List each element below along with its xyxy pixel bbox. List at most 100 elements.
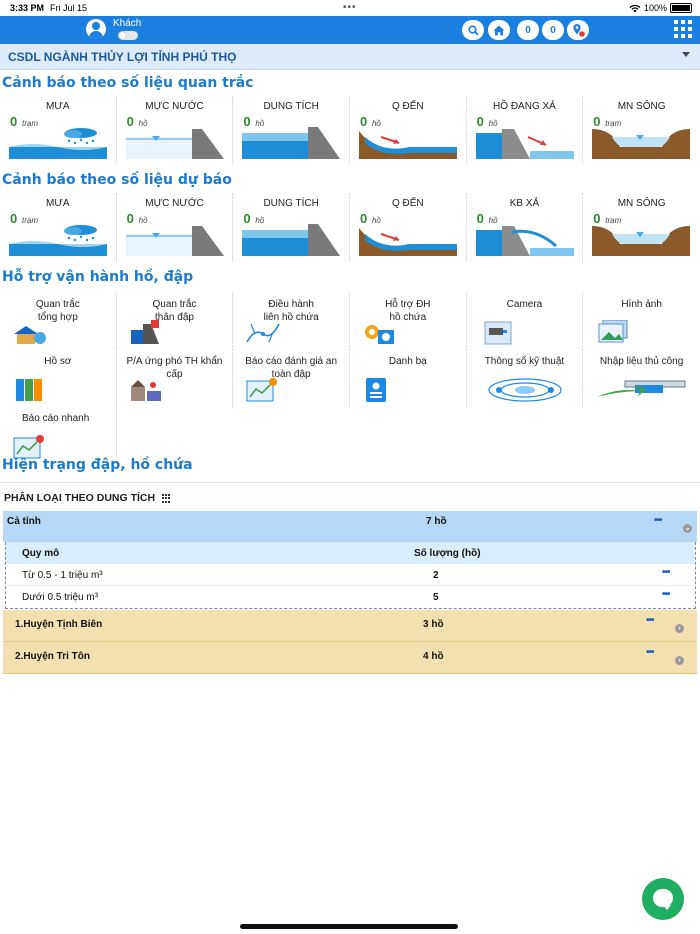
district-label: 2.Huyện Tri Tôn (15, 651, 91, 662)
card-label: DUNG TÍCH (263, 198, 319, 209)
province-selector[interactable]: CSDL NGÀNH THỦY LỢI TỈNH PHÚ THỌ (0, 44, 700, 70)
forecast-card-capacity[interactable]: DUNG TÍCH 0 hồ (233, 193, 350, 261)
tile-records[interactable]: Hồ sơ (0, 350, 117, 407)
river-level-icon (592, 226, 691, 256)
tile-reservoir-network[interactable]: Điều hành liên hồ chứa (233, 293, 350, 350)
badge-count-2[interactable]: 0 (542, 20, 564, 40)
tile-reservoir-support[interactable]: Hỗ trợ ĐH hồ chứa (350, 293, 467, 350)
card-label: MN SÔNG (617, 101, 666, 112)
top-bar: Khách 0 0 (0, 16, 700, 44)
home-button[interactable] (488, 20, 510, 40)
scale-table-header: Quy mô Số lượng (hồ) (6, 542, 695, 564)
tile-emergency-plan[interactable]: P/A ứng phó TH khẩn cấp (117, 350, 234, 407)
home-icon (493, 25, 505, 35)
district-count: 3 hồ (423, 619, 444, 630)
province-row[interactable]: Cả tỉnh 7 hồ ••• ⌄ (3, 511, 697, 542)
district-label: 1.Huyện Tịnh Biên (15, 619, 103, 630)
collapse-icon[interactable]: ⌄ (683, 524, 692, 533)
card-label: MỰC NƯỚC (145, 198, 204, 209)
chat-bubble-icon[interactable] (642, 878, 684, 920)
wifi-icon (629, 4, 641, 12)
tile-dam-body-monitoring[interactable]: Quan trắc thân đập (117, 293, 234, 350)
chevron-down-icon (682, 52, 690, 57)
table-view-icon[interactable] (162, 494, 172, 503)
forecast-section-title: Cảnh báo theo số liệu dự báo (2, 172, 232, 188)
more-icon[interactable]: ••• (654, 515, 662, 526)
search-button[interactable] (462, 20, 484, 40)
observed-cards: MƯA 0 trạm MỰC NƯỚC 0 hồ DUNG TÍCH 0 hồ … (0, 96, 700, 164)
app-grid-icon[interactable] (674, 20, 692, 38)
technical-specs-icon (488, 378, 562, 402)
badge-count-1[interactable]: 0 (517, 20, 539, 40)
home-indicator[interactable] (240, 924, 458, 929)
tile-safety-report[interactable]: Báo cáo đánh giá an toàn đập (233, 350, 350, 407)
card-label: HỒ ĐANG XẢ (493, 101, 556, 112)
forecast-card-rain[interactable]: MƯA 0 trạm (0, 193, 117, 261)
capacity-icon (242, 224, 341, 256)
tile-image[interactable]: Hình ảnh (583, 293, 700, 350)
location-button[interactable] (567, 20, 589, 40)
card-label: Q ĐẾN (391, 101, 424, 112)
forecast-card-river-level[interactable]: MN SÔNG 0 trạm (583, 193, 700, 261)
reservoir-network-icon (246, 323, 281, 343)
tile-label: Nhập liệu thủ công (599, 356, 684, 367)
table-row[interactable]: Dưới 0.5 triệu m³ 5 ••• (6, 586, 695, 608)
manual-input-icon (597, 380, 686, 397)
card-label: MỰC NƯỚC (145, 101, 204, 112)
tile-quick-report[interactable]: Báo cáo nhanh (0, 407, 117, 464)
tile-label: Báo cáo nhanh (22, 413, 90, 424)
more-icon[interactable]: ••• (646, 647, 654, 658)
column-scale: Quy mô (22, 548, 60, 559)
observed-card-inflow[interactable]: Q ĐẾN 0 hồ (350, 96, 467, 164)
rain-icon (9, 128, 107, 159)
observed-card-water-level[interactable]: MỰC NƯỚC 0 hồ (117, 96, 234, 164)
camera-icon (484, 321, 512, 345)
status-time: 3:33 PM (10, 3, 45, 13)
card-label: MN SÔNG (617, 198, 666, 209)
status-date: Fri Jul 15 (50, 3, 88, 13)
tile-manual-input[interactable]: Nhập liệu thủ công (583, 350, 700, 407)
table-row[interactable]: Từ 0.5 - 1 triệu m³ 2 ••• (6, 564, 695, 586)
more-icon[interactable]: ••• (646, 615, 654, 626)
observed-card-rain[interactable]: MƯA 0 trạm (0, 96, 117, 164)
observed-card-capacity[interactable]: DUNG TÍCH 0 hồ (233, 96, 350, 164)
observed-card-river-level[interactable]: MN SÔNG 0 trạm (583, 96, 700, 164)
tile-contacts[interactable]: Danh bạ (350, 350, 467, 407)
chevron-right-icon[interactable]: › (675, 624, 684, 633)
row-scale: Dưới 0.5 triệu m³ (22, 592, 99, 603)
card-label: DUNG TÍCH (263, 101, 319, 112)
more-icon[interactable]: ••• (662, 567, 670, 578)
inflow-icon (358, 228, 457, 256)
status-bar: 3:33 PM Fri Jul 15 ••• 100% (0, 0, 700, 16)
contacts-icon (365, 378, 386, 402)
location-icon (573, 24, 585, 37)
tile-label: Hình ảnh (621, 299, 662, 310)
tile-monitoring-summary[interactable]: Quan trắc tổng hợp (0, 293, 117, 350)
district-row[interactable]: 2.Huyện Tri Tôn 4 hồ ••• › (3, 642, 697, 674)
records-icon (16, 379, 42, 401)
chevron-right-icon[interactable]: › (675, 656, 684, 665)
forecast-cards: MƯA 0 trạm MỰC NƯỚC 0 hồ DUNG TÍCH 0 hồ … (0, 193, 700, 261)
discharge-icon (475, 129, 574, 159)
badge-count-2-value: 0 (550, 24, 556, 36)
multitask-dots-icon[interactable]: ••• (343, 2, 357, 13)
forecast-card-inflow[interactable]: Q ĐẾN 0 hồ (350, 193, 467, 261)
observed-card-discharge[interactable]: HỒ ĐANG XẢ 0 hồ (467, 96, 584, 164)
tile-camera[interactable]: Camera (467, 293, 584, 350)
forecast-card-water-level[interactable]: MỰC NƯỚC 0 hồ (117, 193, 234, 261)
discharge-icon (475, 226, 574, 256)
district-row[interactable]: 1.Huyện Tịnh Biên 3 hồ ••• › (3, 610, 697, 642)
divider (0, 482, 700, 483)
card-label: MƯA (46, 198, 70, 209)
monitoring-summary-icon (14, 326, 46, 344)
more-icon[interactable]: ••• (662, 589, 670, 600)
card-label: Q ĐẾN (391, 198, 424, 209)
status-right: 100% (629, 3, 692, 13)
tile-technical-specs[interactable]: Thông số kỹ thuật (467, 350, 584, 407)
user-toggle[interactable] (118, 31, 138, 40)
forecast-card-discharge[interactable]: KB XẢ 0 hồ (467, 193, 584, 261)
user-label[interactable]: Khách (113, 18, 141, 29)
district-count: 4 hồ (423, 651, 444, 662)
user-avatar-icon[interactable] (86, 19, 106, 39)
emergency-plan-icon (130, 380, 161, 401)
